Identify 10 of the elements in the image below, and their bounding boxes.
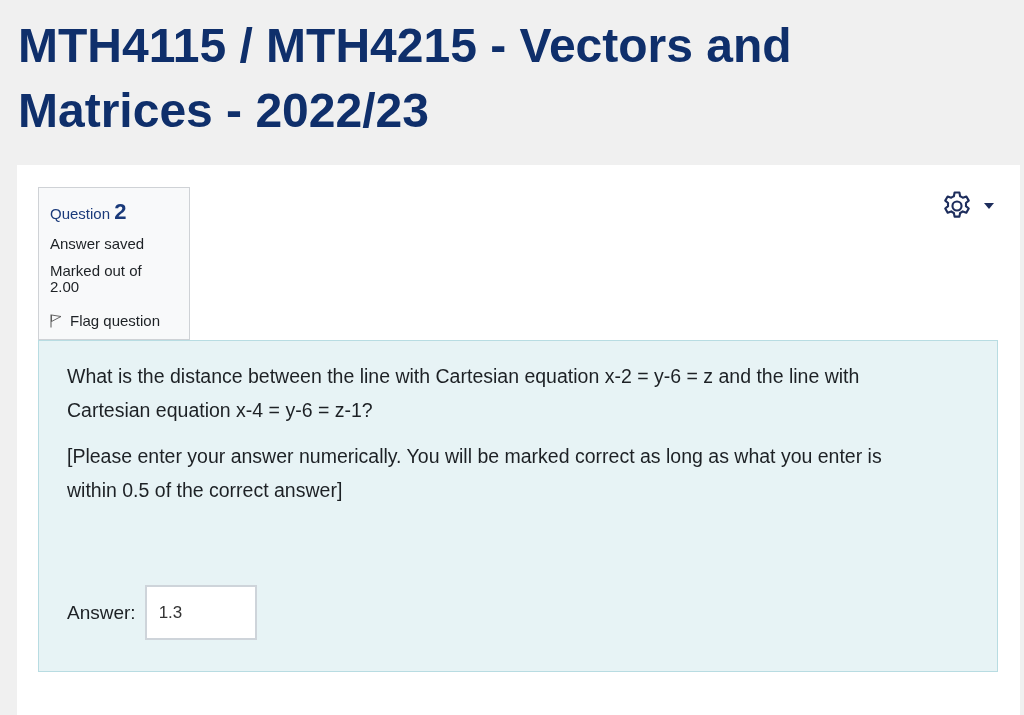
question-grade: Marked out of 2.00 xyxy=(50,263,143,295)
flag-question-link[interactable]: Flag question xyxy=(50,306,161,329)
question-text: [Please enter your answer numerically. You will be marked correct as long as what you enter is within 0.5 of the correct answer] xyxy=(67,444,883,503)
answer-label: Answer: xyxy=(67,601,136,624)
question-number: Question 2 xyxy=(50,201,128,225)
question-text: What is the distance between the line with Cartesian equation x-2 = y-6 = z and the line with Cartesian equation x-4 = y-6 = z-1? xyxy=(67,364,861,423)
answer-field[interactable]: 1.3 xyxy=(144,585,257,640)
caret-icon xyxy=(984,203,994,209)
question-state: Answer saved xyxy=(50,236,146,252)
page-title: MTH4115 / MTH4215 - Vectors and Matrices - 2022/23 xyxy=(17,18,793,139)
